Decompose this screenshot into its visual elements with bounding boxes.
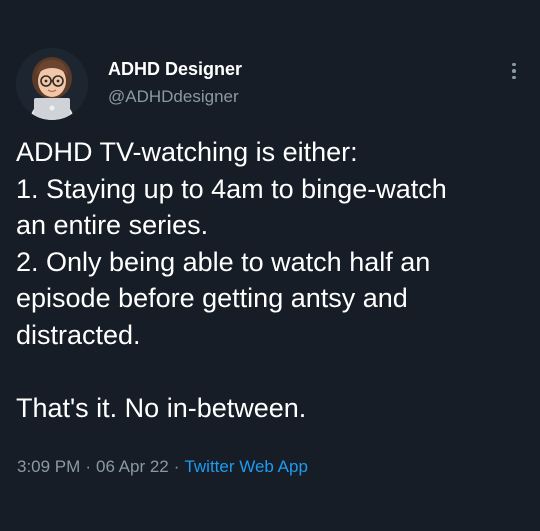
tweet-meta: 3:09 PM · 06 Apr 22 · Twitter Web App (17, 456, 308, 478)
tweet-date[interactable]: 06 Apr 22 (96, 457, 169, 476)
tweet-text-line: episode before getting antsy and (16, 283, 408, 313)
tweet-source-link[interactable]: Twitter Web App (184, 457, 307, 476)
tweet-text-line: an entire series. (16, 210, 209, 240)
more-vertical-icon-dot (512, 62, 516, 67)
meta-separator: · (85, 457, 91, 476)
author-block: ADHD Designer @ADHDdesigner (108, 58, 242, 108)
author-handle[interactable]: @ADHDdesigner (108, 86, 242, 108)
avatar[interactable] (16, 48, 88, 120)
memoji-avatar-icon (16, 48, 88, 120)
more-vertical-icon-dot (512, 69, 516, 73)
tweet-time[interactable]: 3:09 PM (17, 457, 80, 476)
tweet-text-line: distracted. (16, 319, 141, 350)
tweet-text-line: That's it. No in-between. (16, 392, 307, 423)
tweet-text-line: ADHD TV-watching is either: (16, 137, 358, 167)
more-vertical-icon-dot (512, 75, 516, 80)
tweet-text: ADHD TV-watching is either: 1. Staying u… (16, 134, 526, 426)
author-display-name[interactable]: ADHD Designer (108, 58, 242, 80)
more-options-button[interactable] (508, 60, 520, 82)
tweet-text-line: 1. Staying up to 4am to binge-watch (16, 173, 447, 204)
tweet-card: ADHD Designer @ADHDdesigner ADHD TV-watc… (0, 0, 540, 531)
meta-separator: · (173, 457, 180, 476)
tweet-text-line: 2. Only being able to watch half an (16, 246, 431, 277)
